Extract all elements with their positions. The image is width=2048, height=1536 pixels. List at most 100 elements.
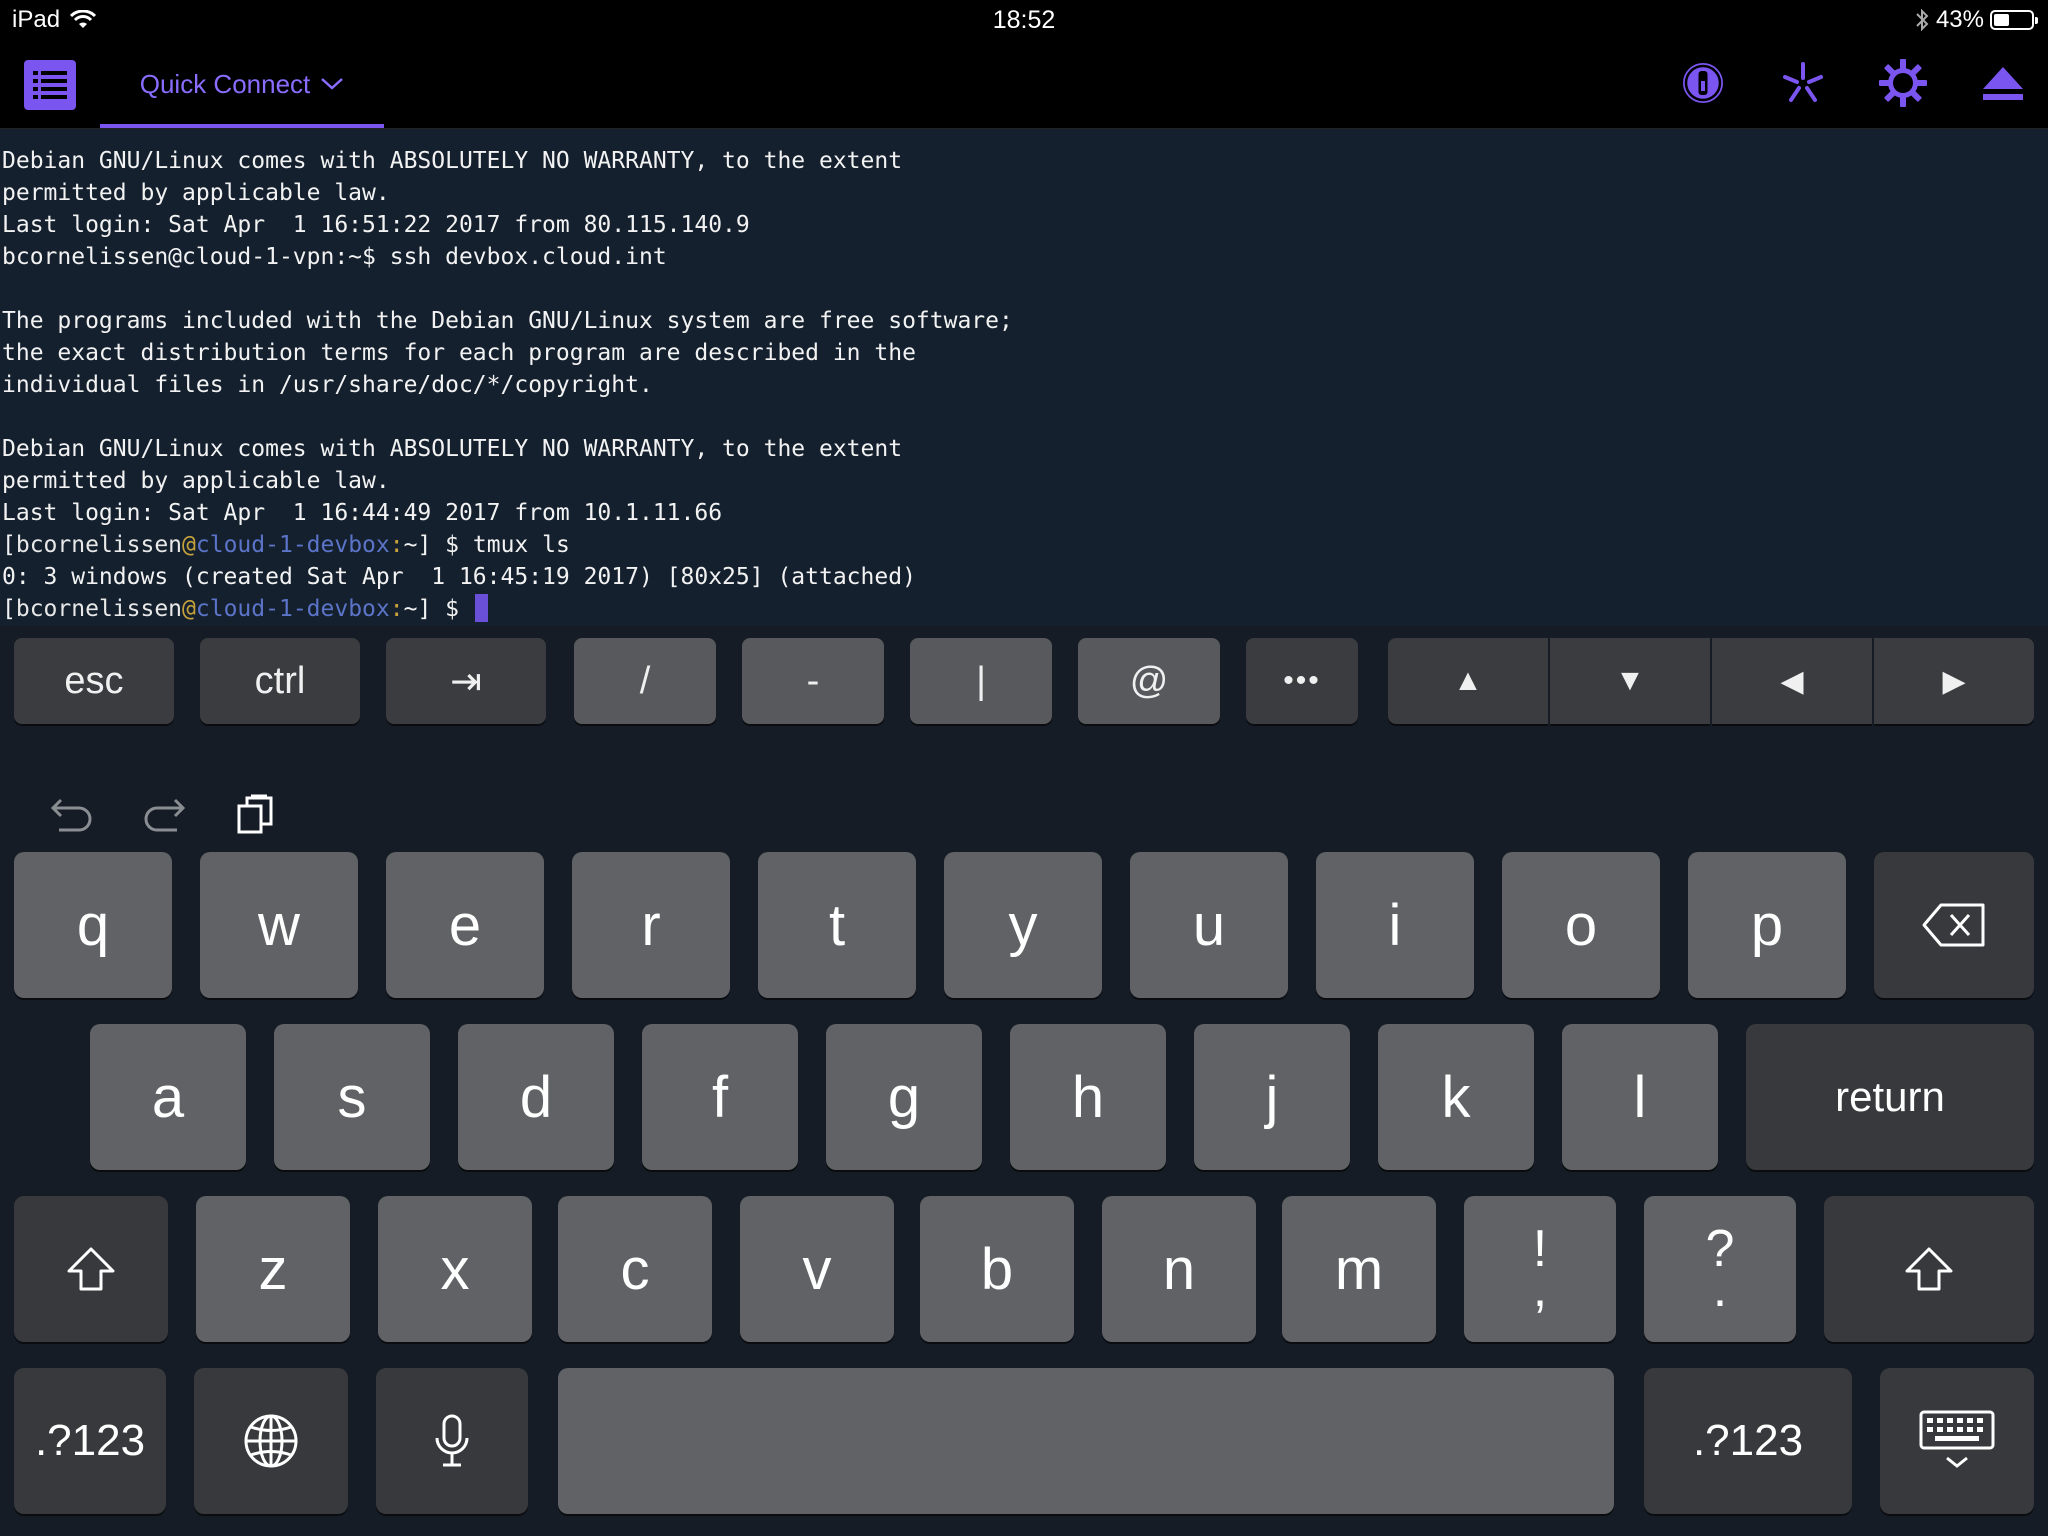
key-y[interactable]: y xyxy=(944,852,1102,998)
numbers-key-left[interactable]: .?123 xyxy=(14,1368,166,1514)
space-bar[interactable] xyxy=(558,1368,1614,1514)
return-key[interactable]: return xyxy=(1746,1024,2034,1170)
key-x[interactable]: x xyxy=(378,1196,532,1342)
prompt-end: ] $ xyxy=(417,596,473,622)
dash-key[interactable]: - xyxy=(742,638,884,724)
key-g[interactable]: g xyxy=(826,1024,982,1170)
key-bottom-symbol: . xyxy=(1712,1260,1728,1318)
disconnect-button[interactable] xyxy=(1978,58,2028,108)
prompt-line: [bcornelissen@cloud-1-devbox:~] $ tmux l… xyxy=(0,529,2048,561)
key-o[interactable]: o xyxy=(1502,852,1660,998)
prompt-path: ~ xyxy=(403,596,418,622)
pipe-key[interactable]: | xyxy=(910,638,1052,724)
key-l[interactable]: l xyxy=(1562,1024,1718,1170)
arrow-left-key[interactable]: ◀ xyxy=(1712,638,1872,724)
at-key[interactable]: @ xyxy=(1078,638,1220,724)
status-bar: iPad 18:52 43% xyxy=(0,0,2048,40)
clock: 18:52 xyxy=(992,6,1056,34)
ctrl-key[interactable]: ctrl xyxy=(200,638,360,724)
asterisk-icon xyxy=(1783,62,1823,102)
key-w[interactable]: w xyxy=(200,852,358,998)
clipboard-icon xyxy=(237,794,273,834)
key-s[interactable]: s xyxy=(274,1024,430,1170)
undo-button[interactable] xyxy=(44,786,100,842)
chevron-down-icon xyxy=(321,78,344,90)
prompt-bracket: [ xyxy=(2,532,16,558)
key-t[interactable]: t xyxy=(758,852,916,998)
arrow-up-key[interactable]: ▲ xyxy=(1388,638,1548,724)
shift-icon xyxy=(1905,1247,1953,1291)
undo-icon xyxy=(50,798,92,832)
key-i[interactable]: i xyxy=(1316,852,1474,998)
key-exclaim-comma[interactable]: ! , xyxy=(1464,1196,1616,1342)
terminal-line: individual files in /usr/share/doc/*/cop… xyxy=(2,372,653,398)
key-c[interactable]: c xyxy=(558,1196,712,1342)
key-r[interactable]: r xyxy=(572,852,730,998)
password-manager-button[interactable] xyxy=(1678,58,1728,108)
prompt-command: tmux ls xyxy=(472,532,570,558)
prompt-at: @ xyxy=(182,532,196,558)
hide-keyboard-key[interactable] xyxy=(1880,1368,2034,1514)
globe-icon xyxy=(244,1414,298,1468)
dictation-key[interactable] xyxy=(376,1368,528,1514)
key-p[interactable]: p xyxy=(1688,852,1846,998)
prompt-colon: : xyxy=(389,596,404,622)
redo-button[interactable] xyxy=(136,786,192,842)
settings-button[interactable] xyxy=(1878,58,1928,108)
key-z[interactable]: z xyxy=(196,1196,350,1342)
key-v[interactable]: v xyxy=(740,1196,894,1342)
numbers-key-right[interactable]: .?123 xyxy=(1644,1368,1852,1514)
status-right: 43% xyxy=(1914,6,2038,34)
shift-icon xyxy=(67,1247,115,1291)
backspace-icon xyxy=(1922,903,1985,947)
paste-button[interactable] xyxy=(228,786,284,842)
toolbar-actions xyxy=(1678,58,2028,108)
terminal-output[interactable]: Debian GNU/Linux comes with ABSOLUTELY N… xyxy=(0,129,2048,626)
prompt-bracket: [ xyxy=(2,596,16,622)
key-q[interactable]: q xyxy=(14,852,172,998)
key-d[interactable]: d xyxy=(458,1024,614,1170)
terminal-line: Last login: Sat Apr 1 16:51:22 2017 from… xyxy=(2,212,750,238)
prompt-host: cloud-1-devbox xyxy=(195,532,390,558)
backspace-key[interactable] xyxy=(1874,852,2034,998)
key-u[interactable]: u xyxy=(1130,852,1288,998)
gear-icon xyxy=(1879,59,1927,107)
key-b[interactable]: b xyxy=(920,1196,1074,1342)
more-keys-button[interactable]: ••• xyxy=(1246,638,1358,724)
key-f[interactable]: f xyxy=(642,1024,798,1170)
esc-key[interactable]: esc xyxy=(14,638,174,724)
key-j[interactable]: j xyxy=(1194,1024,1350,1170)
extra-keys-row: esc ctrl ⇥ / - | @ ••• ▲ ▼ ◀ ▶ xyxy=(0,626,2048,736)
key-n[interactable]: n xyxy=(1102,1196,1256,1342)
prompt-path: ~ xyxy=(403,532,418,558)
key-bottom-symbol: , xyxy=(1532,1260,1548,1318)
snippets-button[interactable] xyxy=(1778,58,1828,108)
shift-key-left[interactable] xyxy=(14,1196,168,1342)
key-k[interactable]: k xyxy=(1378,1024,1534,1170)
key-h[interactable]: h xyxy=(1010,1024,1166,1170)
tab-underline xyxy=(100,124,384,128)
key-a[interactable]: a xyxy=(90,1024,246,1170)
app-toolbar: Quick Connect xyxy=(0,40,2048,129)
bluetooth-icon xyxy=(1916,8,1929,32)
arrow-right-key[interactable]: ▶ xyxy=(1874,638,2034,724)
terminal-line: the exact distribution terms for each pr… xyxy=(2,340,916,366)
key-question-period[interactable]: ? . xyxy=(1644,1196,1796,1342)
key-m[interactable]: m xyxy=(1282,1196,1436,1342)
onscreen-keyboard: q w e r t y u i o p a s d f g h j k l re… xyxy=(0,736,2048,1536)
arrow-down-key[interactable]: ▼ xyxy=(1550,638,1710,724)
slash-key[interactable]: / xyxy=(574,638,716,724)
tab-key[interactable]: ⇥ xyxy=(386,638,546,724)
tab-quick-connect[interactable]: Quick Connect xyxy=(100,40,384,128)
text-cursor xyxy=(474,594,488,622)
globe-key[interactable] xyxy=(194,1368,348,1514)
terminal-line: bcornelissen@cloud-1-vpn:~$ ssh devbox.c… xyxy=(2,244,667,270)
battery-percent: 43% xyxy=(1935,6,1984,33)
hosts-menu-button[interactable] xyxy=(24,60,76,110)
shift-key-right[interactable] xyxy=(1824,1196,2034,1342)
terminal-line: Debian GNU/Linux comes with ABSOLUTELY N… xyxy=(2,436,903,462)
key-e[interactable]: e xyxy=(386,852,544,998)
one-password-icon xyxy=(1681,61,1725,105)
